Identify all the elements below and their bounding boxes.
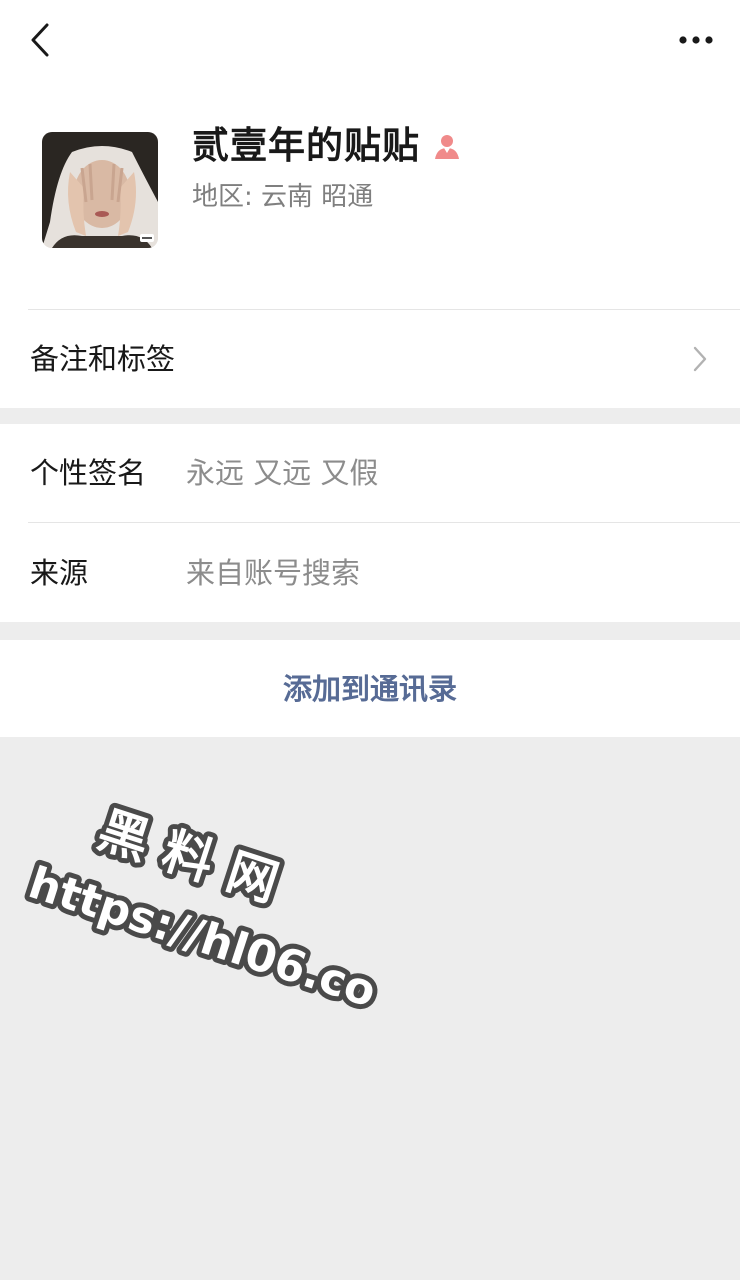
chevron-right-icon: [690, 344, 710, 374]
avatar[interactable]: [42, 132, 158, 248]
signature-value: 永远 又远 又假: [186, 456, 379, 490]
watermark-line-2: https://hl06.co: [23, 857, 380, 1017]
back-button[interactable]: [18, 18, 62, 62]
more-horizontal-icon: [679, 36, 713, 44]
remarks-row[interactable]: 备注和标签: [0, 310, 740, 408]
signature-row: 个性签名 永远 又远 又假: [0, 424, 740, 522]
female-user-icon: [432, 131, 462, 161]
name-row: 贰壹年的贴贴: [192, 124, 462, 168]
region-label: 地区:: [192, 182, 253, 212]
chevron-left-icon: [31, 23, 49, 57]
more-button[interactable]: [674, 18, 718, 62]
signature-label: 个性签名: [30, 456, 147, 490]
source-value: 来自账号搜索: [186, 556, 361, 590]
watermark: 黑 料 网 https://hl06.co: [20, 800, 380, 1020]
profile-header: 贰壹年的贴贴 地区: 云南 昭通: [0, 100, 740, 308]
region-value: 云南 昭通: [261, 182, 374, 212]
nav-bar: [0, 0, 740, 80]
info-section: 个性签名 永远 又远 又假 来源 来自账号搜索: [0, 424, 740, 622]
region-text: 地区: 云南 昭通: [192, 180, 373, 214]
profile-name: 贰壹年的贴贴: [192, 124, 420, 167]
remarks-label: 备注和标签: [30, 342, 176, 376]
watermark-line-1: 黑 料 网: [91, 801, 285, 913]
divider: [28, 522, 740, 523]
avatar-image: [42, 132, 158, 248]
add-to-contacts-button[interactable]: 添加到通讯录: [0, 669, 740, 709]
source-label: 来源: [30, 556, 89, 590]
add-contact-section: 添加到通讯录: [0, 640, 740, 737]
source-row: 来源 来自账号搜索: [0, 524, 740, 622]
